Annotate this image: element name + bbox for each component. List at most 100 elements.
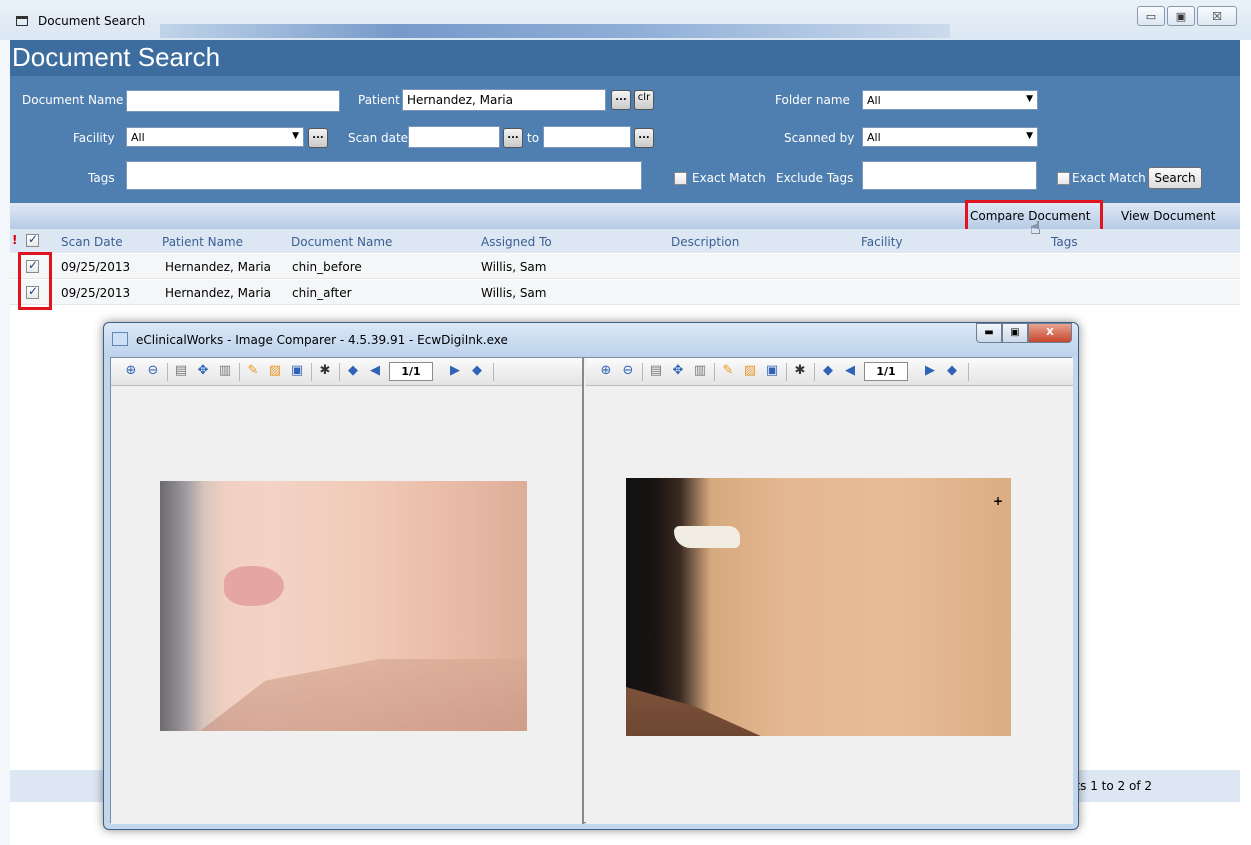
search-panel: Document Search Document Name Patient He… <box>10 40 1240 203</box>
crosshair-icon: + <box>992 494 1003 508</box>
patient-label: Patient <box>358 93 400 107</box>
folder-name-label: Folder name <box>775 93 850 107</box>
exact-match-exclude-checkbox[interactable] <box>1057 172 1070 185</box>
assigned-to-cell: Willis, Sam <box>481 286 547 300</box>
exact-match-checkbox[interactable] <box>674 172 687 185</box>
comparer-minimize-button[interactable]: ▬ <box>976 323 1002 343</box>
left-image-pane: ⊕ ⊖ ▤ ✥ ▥ ✎ ▨ ▣ ✱ ◆ ◀ 1/1 ▶ ◆ <box>111 358 584 824</box>
table-row[interactable]: 09/25/2013 Hernandez, Maria chin_after W… <box>10 280 1240 305</box>
pan-icon[interactable]: ✥ <box>195 363 211 379</box>
column-header-document-name[interactable]: Document Name <box>291 235 392 249</box>
window-icon <box>16 16 28 26</box>
titlebar-background-band <box>160 24 950 38</box>
left-pane-toolbar: ⊕ ⊖ ▤ ✥ ▥ ✎ ▨ ▣ ✱ ◆ ◀ 1/1 ▶ ◆ <box>111 358 582 386</box>
last-page-icon[interactable]: ◆ <box>944 363 960 379</box>
scanned-by-select[interactable]: All ▼ <box>862 127 1038 147</box>
column-header-tags[interactable]: Tags <box>1051 235 1078 249</box>
comparer-title: eClinicalWorks - Image Comparer - 4.5.39… <box>136 333 508 347</box>
tags-input[interactable] <box>126 161 642 190</box>
save-icon[interactable]: ▣ <box>289 363 305 379</box>
annotate-icon[interactable]: ▨ <box>267 363 283 379</box>
document-name-input[interactable] <box>126 90 340 112</box>
zoom-in-icon[interactable]: ⊕ <box>598 363 614 379</box>
next-page-icon[interactable]: ▶ <box>447 363 463 379</box>
patient-lookup-button[interactable]: ... <box>611 90 631 110</box>
save-icon[interactable]: ▣ <box>764 363 780 379</box>
scan-date-from-input[interactable] <box>408 126 500 148</box>
folder-name-select[interactable]: All ▼ <box>862 90 1038 110</box>
column-header-facility[interactable]: Facility <box>861 235 903 249</box>
column-header-patient-name[interactable]: Patient Name <box>162 235 243 249</box>
hand-cursor-icon: ☝ <box>1030 218 1041 239</box>
exclude-tags-input[interactable] <box>862 161 1037 190</box>
fit-page-icon[interactable]: ▤ <box>648 363 664 379</box>
select-all-checkbox[interactable] <box>26 232 39 247</box>
scan-date-from-picker[interactable]: ... <box>503 128 523 148</box>
prev-page-icon[interactable]: ◀ <box>842 363 858 379</box>
exact-match-label: Exact Match <box>692 171 766 185</box>
maximize-button[interactable]: ▣ <box>1167 6 1195 26</box>
table-row[interactable]: 09/25/2013 Hernandez, Maria chin_before … <box>10 254 1240 279</box>
comparer-titlebar[interactable]: eClinicalWorks - Image Comparer - 4.5.39… <box>104 323 1078 357</box>
scan-date-label: Scan date <box>348 131 409 145</box>
columns-icon[interactable]: ▥ <box>692 363 708 379</box>
checkbox-highlight-annotation <box>18 252 52 310</box>
scan-date-to-picker[interactable]: ... <box>634 128 654 148</box>
first-page-icon[interactable]: ◆ <box>820 363 836 379</box>
facility-label: Facility <box>73 131 115 145</box>
close-button[interactable]: ☒ <box>1197 6 1237 26</box>
left-page-indicator[interactable]: 1/1 <box>389 362 433 381</box>
scan-date-cell: 09/25/2013 <box>61 260 131 274</box>
facility-select[interactable]: All ▼ <box>126 127 304 147</box>
right-pane-toolbar: ⊕ ⊖ ▤ ✥ ▥ ✎ ▨ ▣ ✱ ◆ ◀ 1/1 ▶ ◆ <box>586 358 1073 386</box>
minimize-button[interactable]: ▭ <box>1137 6 1165 26</box>
window-titlebar[interactable]: Document Search ▭ ▣ ☒ <box>0 0 1251 40</box>
exact-match-exclude-label: Exact Match <box>1072 171 1146 185</box>
document-name-cell: chin_before <box>292 260 362 274</box>
chevron-down-icon: ▼ <box>292 131 299 141</box>
view-document-button[interactable]: View Document <box>1121 209 1215 223</box>
pan-icon[interactable]: ✥ <box>670 363 686 379</box>
patient-name-cell: Hernandez, Maria <box>165 260 271 274</box>
rotate-icon[interactable]: ✱ <box>792 363 808 379</box>
columns-icon[interactable]: ▥ <box>217 363 233 379</box>
photo-teeth-detail <box>674 526 740 548</box>
photo-jaw-shadow <box>200 659 527 731</box>
zoom-out-icon[interactable]: ⊖ <box>145 363 161 379</box>
zoom-out-icon[interactable]: ⊖ <box>620 363 636 379</box>
patient-clear-button[interactable]: clr <box>634 90 654 110</box>
first-page-icon[interactable]: ◆ <box>345 363 361 379</box>
right-page-indicator[interactable]: 1/1 <box>864 362 908 381</box>
rotate-icon[interactable]: ✱ <box>317 363 333 379</box>
fit-page-icon[interactable]: ▤ <box>173 363 189 379</box>
comparer-maximize-button[interactable]: ▣ <box>1002 323 1028 343</box>
column-header-description[interactable]: Description <box>671 235 739 249</box>
left-border <box>0 40 10 845</box>
next-page-icon[interactable]: ▶ <box>922 363 938 379</box>
prev-page-icon[interactable]: ◀ <box>367 363 383 379</box>
photo-neck-shadow <box>626 687 761 736</box>
search-button[interactable]: Search <box>1148 167 1202 189</box>
zoom-in-icon[interactable]: ⊕ <box>123 363 139 379</box>
chin-before-photo[interactable] <box>160 481 527 731</box>
scanned-by-label: Scanned by <box>784 131 855 145</box>
photo-lip-detail <box>224 566 284 606</box>
column-header-assigned-to[interactable]: Assigned To <box>481 235 552 249</box>
assigned-to-cell: Willis, Sam <box>481 260 547 274</box>
pen-icon[interactable]: ✎ <box>720 363 736 379</box>
right-image-pane: ⊕ ⊖ ▤ ✥ ▥ ✎ ▨ ▣ ✱ ◆ ◀ 1/1 ▶ ◆ + <box>586 358 1073 824</box>
chevron-down-icon: ▼ <box>1026 131 1033 141</box>
comparer-close-button[interactable]: X <box>1028 323 1072 343</box>
image-comparer-window: eClinicalWorks - Image Comparer - 4.5.39… <box>103 322 1079 830</box>
last-page-icon[interactable]: ◆ <box>469 363 485 379</box>
pen-icon[interactable]: ✎ <box>245 363 261 379</box>
chevron-down-icon: ▼ <box>1026 94 1033 104</box>
scanned-by-value: All <box>867 131 881 144</box>
patient-input[interactable]: Hernandez, Maria <box>402 89 606 111</box>
annotate-icon[interactable]: ▨ <box>742 363 758 379</box>
chin-after-photo[interactable]: + <box>626 478 1011 736</box>
folder-name-value: All <box>867 94 881 107</box>
facility-lookup-button[interactable]: ... <box>308 128 328 148</box>
scan-date-to-input[interactable] <box>543 126 631 148</box>
column-header-scan-date[interactable]: Scan Date <box>61 235 123 249</box>
